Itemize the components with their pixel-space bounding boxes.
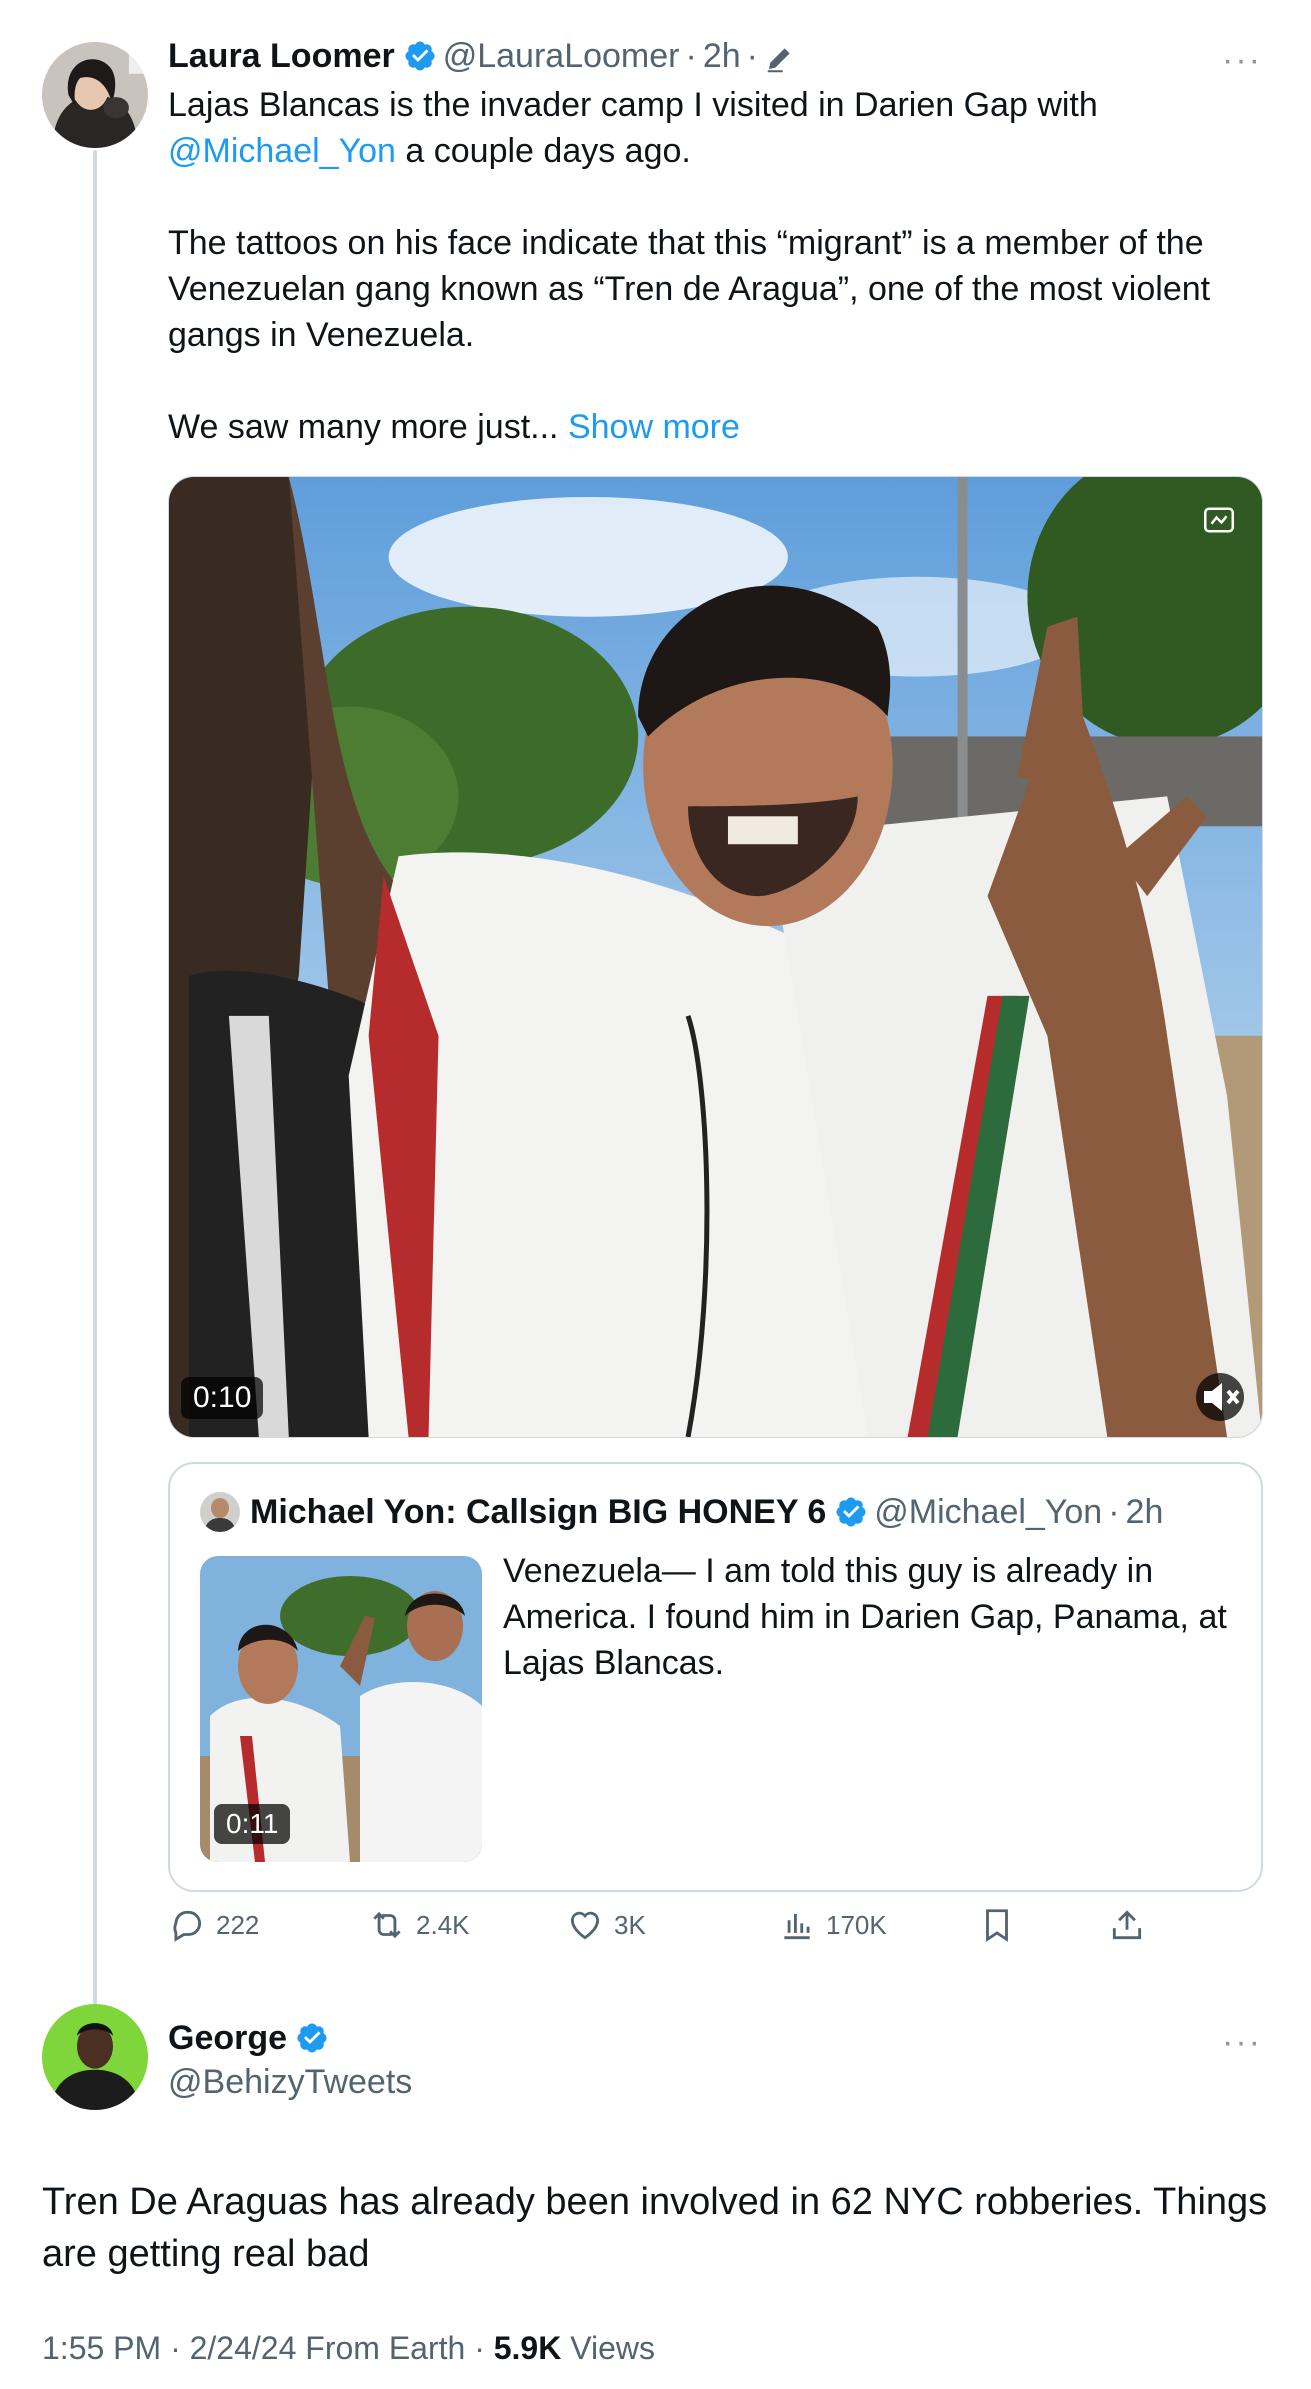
text-run: Lajas Blancas is the invader camp I visi… (168, 86, 1098, 124)
timestamp[interactable]: 2h (703, 34, 741, 78)
quote-text: Venezuela— I am told this guy is already… (503, 1552, 1227, 1682)
share-icon (1112, 1910, 1142, 1940)
tweet-paragraph-1: Lajas Blancas is the invader camp I visi… (168, 82, 1268, 174)
repost-button[interactable]: 2.4K (368, 1906, 470, 1944)
quote-video-thumbnail[interactable]: 0:11 (200, 1556, 482, 1862)
separator-dot: · (746, 37, 758, 75)
mention-link[interactable]: @Michael_Yon (168, 132, 396, 170)
quote-header: Michael Yon: Callsign BIG HONEY 6 @Micha… (200, 1490, 1163, 1534)
tweet-video[interactable]: 0:10 (168, 476, 1263, 1438)
separator-dot: · (1108, 1493, 1120, 1531)
content-warning-icon[interactable] (1204, 507, 1234, 533)
video-frame (169, 477, 1262, 1437)
quote-handle: @Michael_Yon (874, 1493, 1103, 1531)
text-run: a couple days ago. (395, 132, 691, 170)
views-total[interactable]: 5.9K (494, 2330, 562, 2366)
tweet-header: Laura Loomer @LauraLoomer · 2h · (168, 34, 794, 78)
bookmark-icon (986, 1909, 1008, 1942)
heart-icon (570, 1911, 600, 1940)
separator-dot: · (170, 2330, 190, 2366)
quote-timestamp: 2h (1125, 1493, 1164, 1531)
repost-icon (373, 1911, 401, 1939)
text-run: We saw many more just... (168, 408, 559, 446)
views-count: 170K (826, 1909, 887, 1940)
display-name[interactable]: Laura Loomer (168, 34, 395, 78)
display-name[interactable]: George (168, 2016, 287, 2060)
reply-icon (173, 1910, 202, 1942)
more-options-icon[interactable]: ··· (1222, 2025, 1262, 2059)
video-duration: 0:10 (181, 1377, 264, 1419)
tweet-text: Lajas Blancas is the invader camp I visi… (168, 82, 1268, 450)
pencil-icon[interactable] (764, 41, 794, 73)
show-more-link[interactable]: Show more (568, 408, 740, 446)
separator-dot: · (685, 37, 697, 75)
share-button[interactable] (1108, 1906, 1156, 1944)
tweet-action-bar: 222 2.4K 3K 170K (168, 1906, 1263, 1966)
quote-display-name: Michael Yon: Callsign BIG HONEY 6 (250, 1493, 827, 1531)
quote-video-duration: 0:11 (214, 1804, 291, 1844)
repost-count: 2.4K (416, 1909, 470, 1940)
more-options-icon[interactable]: ··· (1222, 43, 1262, 77)
verified-badge-icon (403, 39, 437, 73)
views-label: Views (570, 2330, 655, 2366)
verified-badge-icon (295, 2021, 329, 2055)
tweet-metadata: 1:55 PM · 2/24/24 From Earth · 5.9K View… (42, 2326, 655, 2370)
reply-count: 222 (216, 1909, 260, 1940)
separator-dot: · (474, 2330, 494, 2366)
tweet-paragraph-3: We saw many more just... Show more (168, 404, 1268, 450)
verified-badge-icon (834, 1495, 868, 1529)
tweet-source: From Earth (305, 2330, 466, 2366)
tweet-time[interactable]: 1:55 PM (42, 2330, 161, 2366)
handle[interactable]: @BehizyTweets (168, 2060, 412, 2104)
mute-icon[interactable] (1196, 1373, 1244, 1421)
michael-yon-avatar (200, 1492, 240, 1532)
tweet2-text: Tren De Araguas has already been involve… (42, 2181, 1268, 2275)
laura-loomer-avatar[interactable] (42, 42, 148, 148)
like-button[interactable]: 3K (566, 1906, 646, 1944)
reply-button[interactable]: 222 (168, 1906, 259, 1944)
tweet-date[interactable]: 2/24/24 (190, 2330, 297, 2366)
handle[interactable]: @LauraLoomer (443, 34, 680, 78)
tweet-paragraph-2: The tattoos on his face indicate that th… (168, 224, 1211, 354)
bookmark-button[interactable] (978, 1906, 1026, 1944)
thread-connector-line (93, 150, 97, 2010)
views-button[interactable]: 170K (778, 1906, 887, 1944)
tweet2-header: George (168, 2016, 335, 2060)
like-count: 3K (614, 1909, 646, 1940)
quote-tweet[interactable]: Michael Yon: Callsign BIG HONEY 6 @Micha… (168, 1462, 1263, 1892)
george-avatar[interactable] (42, 2004, 148, 2110)
analytics-icon (784, 1913, 810, 1940)
